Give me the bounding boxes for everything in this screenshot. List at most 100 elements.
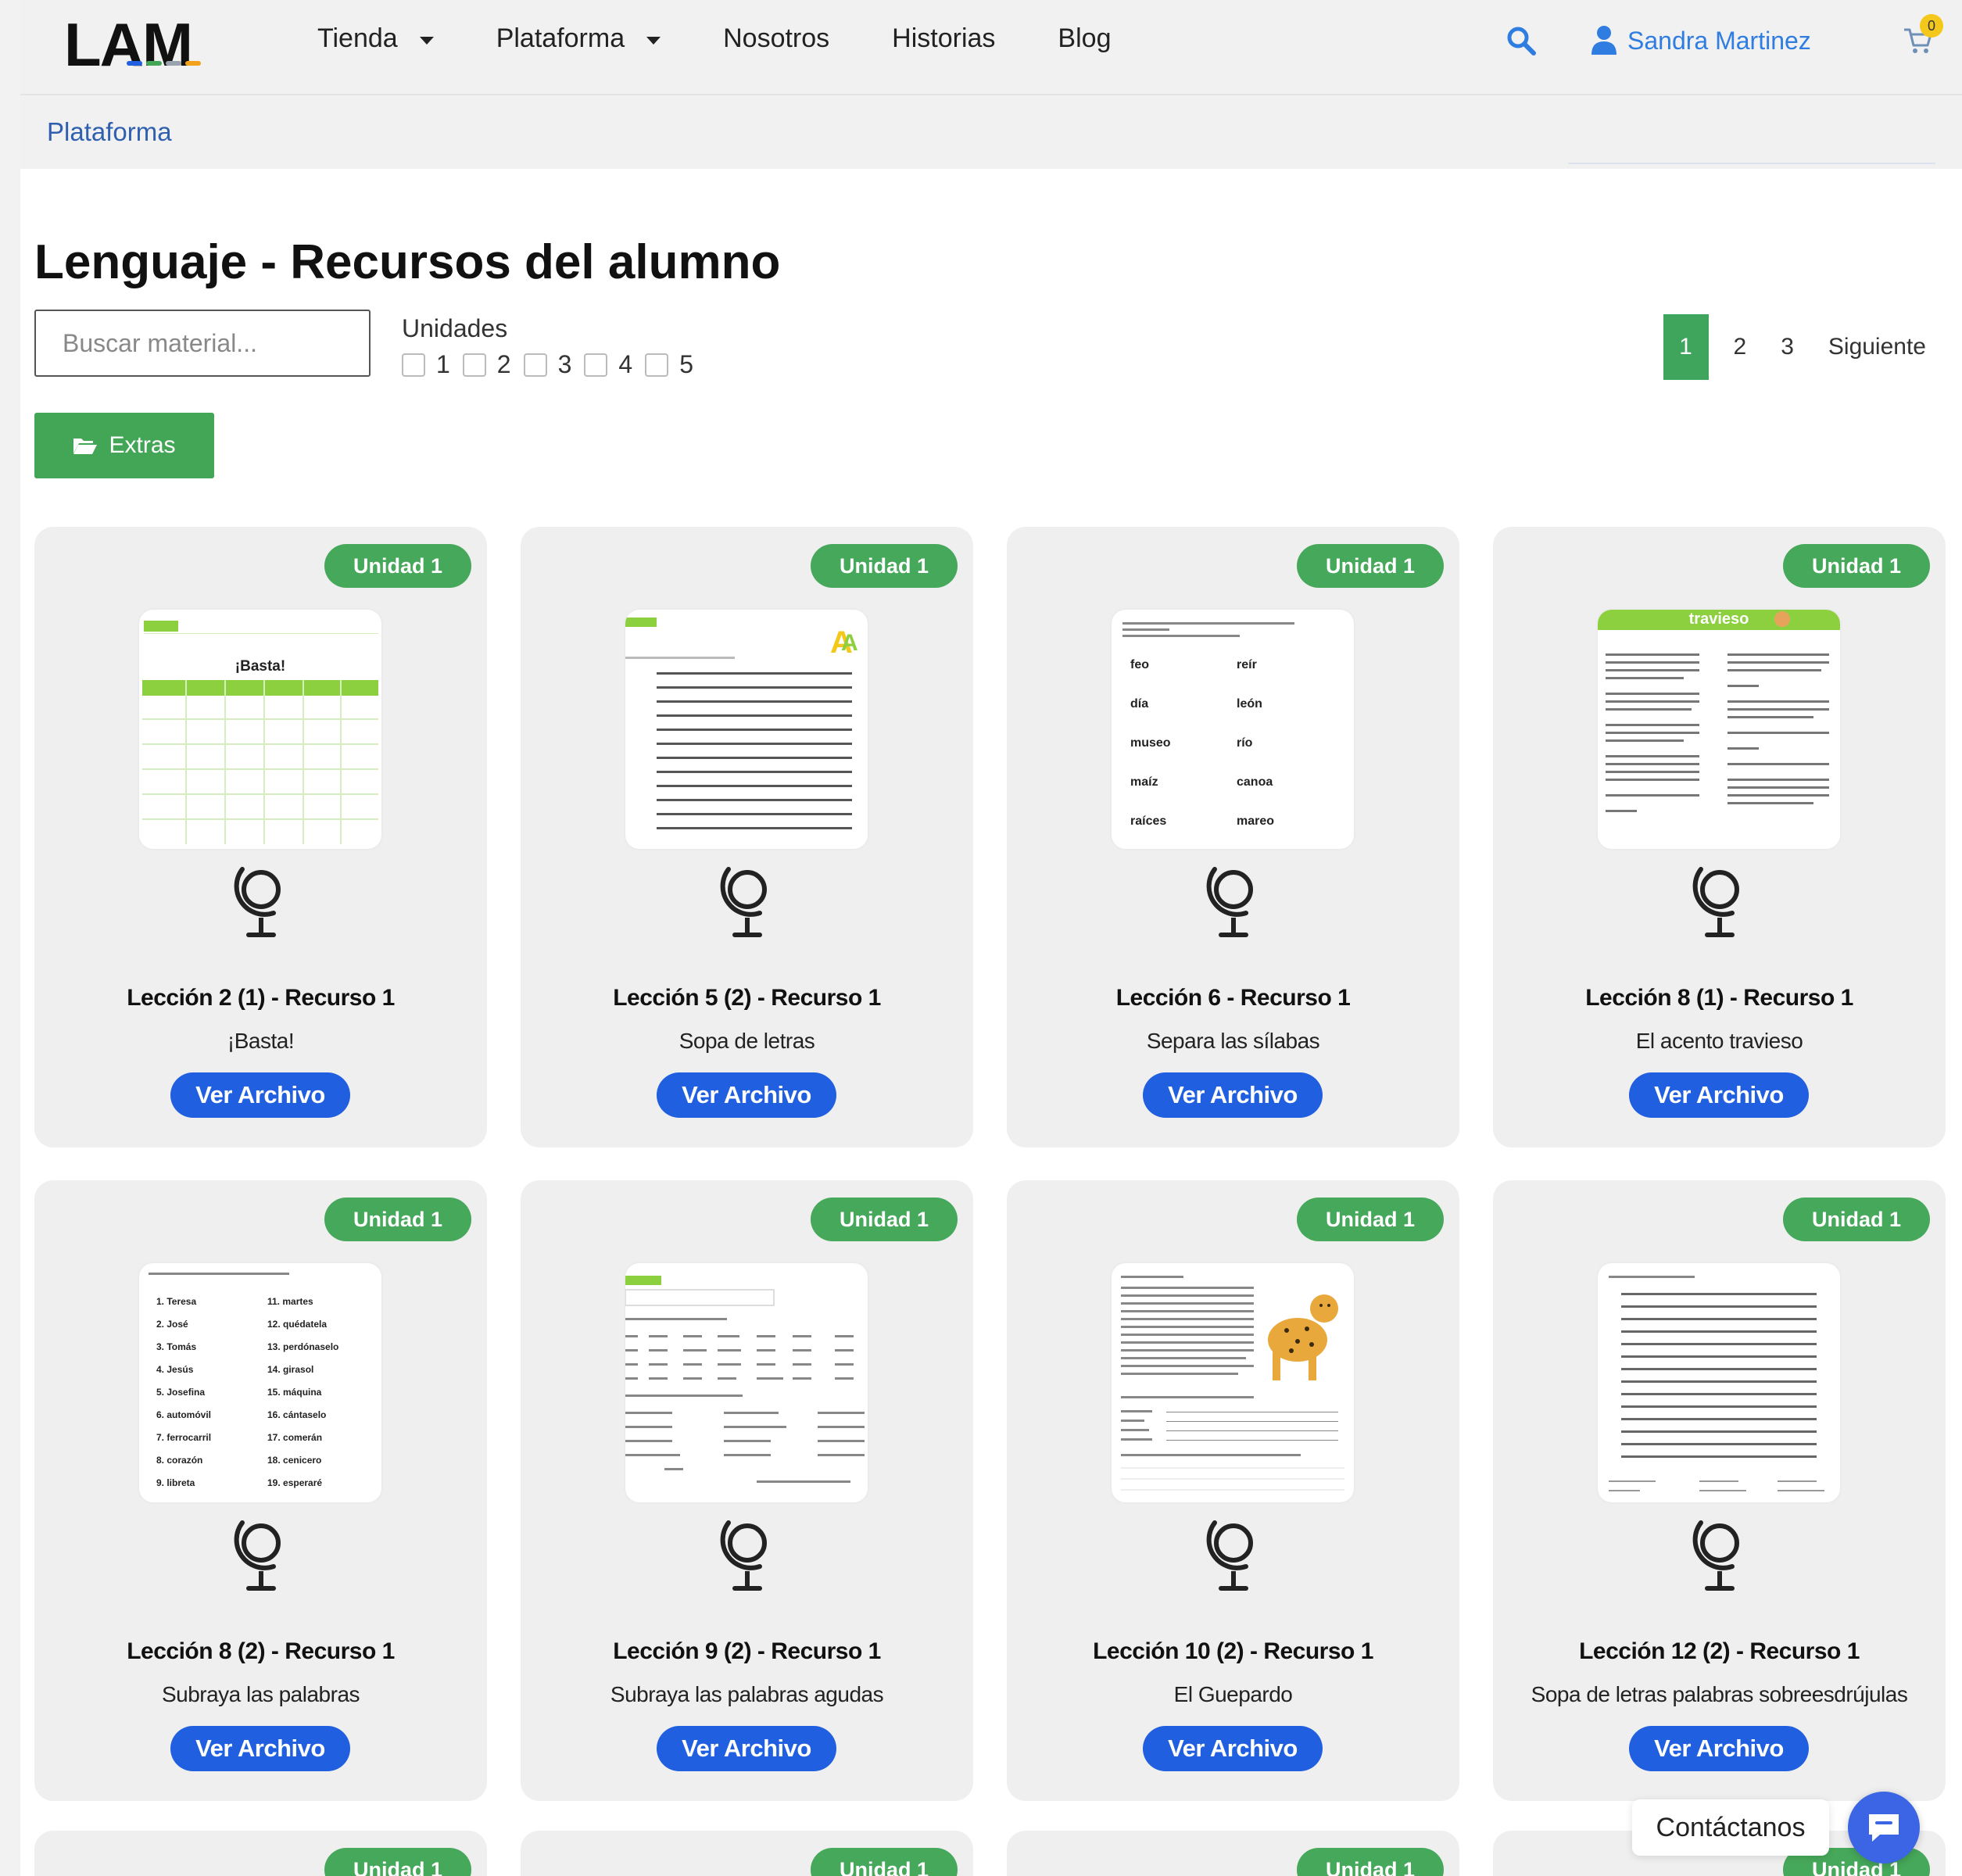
nav-blog[interactable]: Blog (1058, 23, 1111, 54)
worksheet-word: 17. comerán (267, 1432, 323, 1443)
card-subtitle: El acento travieso (1635, 1029, 1803, 1053)
word-search-graphic: A A (625, 618, 858, 829)
worksheet-word: río (1237, 736, 1253, 750)
checkbox[interactable] (402, 353, 425, 377)
breadcrumb-bar: Plataforma (20, 97, 1962, 169)
nav-plataforma[interactable]: Plataforma (496, 23, 661, 54)
worksheet-word: canoa (1237, 775, 1273, 789)
globe-icon (1206, 1520, 1253, 1591)
worksheet-word: 11. martes (267, 1296, 313, 1307)
worksheet-word: león (1237, 697, 1262, 711)
resource-grid: Unidad 1 ¡Basta! Lección 2 (1) - Recurso… (34, 527, 1949, 1801)
card-subtitle: ¡Basta! (227, 1029, 295, 1053)
resource-thumbnail[interactable] (1598, 1263, 1840, 1502)
resource-thumbnail[interactable]: ¡Basta! (139, 610, 381, 849)
breadcrumb[interactable]: Plataforma (47, 117, 172, 147)
checkbox[interactable] (645, 353, 669, 377)
view-file-button[interactable]: Ver Archivo (170, 1072, 350, 1118)
globe-icon (720, 1520, 767, 1591)
pagination: 1 2 3 Siguiente (1663, 314, 1943, 380)
contact-label[interactable]: Contáctanos (1632, 1799, 1829, 1856)
checkbox[interactable] (584, 353, 608, 377)
story-text-graphic (1598, 610, 1840, 812)
view-file-button[interactable]: Ver Archivo (657, 1072, 836, 1118)
card-title: Lección 5 (2) - Recurso 1 (613, 985, 881, 1011)
globe-icon (1206, 867, 1253, 937)
nav-nosotros[interactable]: Nosotros (723, 23, 829, 54)
worksheet-word: 13. perdónaselo (267, 1341, 339, 1352)
chat-icon (1869, 1814, 1899, 1842)
unit-label: 2 (496, 350, 511, 378)
unit-badge: Unidad 1 (1783, 544, 1930, 588)
unit-label: 1 (436, 350, 450, 378)
search-input[interactable] (34, 310, 371, 377)
unit-badge: Unidad 1 (324, 544, 471, 588)
unit-checkbox-1[interactable]: 1 (402, 350, 450, 379)
card-title: Lección 8 (2) - Recurso 1 (127, 1638, 395, 1664)
view-file-button[interactable]: Ver Archivo (1143, 1726, 1323, 1771)
worksheet-word: 1. Teresa (156, 1296, 197, 1307)
resource-thumbnail[interactable] (625, 1263, 868, 1502)
extras-button[interactable]: Extras (34, 413, 214, 478)
worksheet-word: 18. cenicero (267, 1455, 322, 1466)
chat-button[interactable] (1848, 1792, 1920, 1863)
unit-checkbox-3[interactable]: 3 (523, 350, 572, 379)
logo-color-bars (127, 61, 201, 66)
unit-checkbox-4[interactable]: 4 (584, 350, 632, 379)
worksheet-word: 19. esperaré (267, 1477, 323, 1488)
worksheet-word: 9. libreta (156, 1477, 195, 1488)
thumbnail-heading: ¡Basta! (235, 658, 286, 675)
divider (1568, 163, 1935, 164)
resource-card: Unidad 1 A A Lección 5 (2) - Recurso 1 S… (521, 527, 973, 1147)
globe-icon (720, 867, 767, 937)
nav-tienda[interactable]: Tienda (317, 23, 434, 54)
resource-thumbnail[interactable]: A A (625, 610, 868, 849)
resource-thumbnail[interactable]: 1. Teresa 11. martes 2. José 12. quédate… (139, 1263, 381, 1502)
unit-checkbox-2[interactable]: 2 (462, 350, 511, 379)
unit-badge: Unidad 1 (811, 1198, 958, 1241)
unit-label: 4 (618, 350, 633, 378)
nav-historias[interactable]: Historias (892, 23, 995, 54)
search-icon[interactable] (1506, 25, 1537, 56)
nav-nosotros-label: Nosotros (723, 23, 830, 53)
next-page-button[interactable]: Siguiente (1811, 314, 1943, 380)
card-title: Lección 8 (1) - Recurso 1 (1585, 985, 1853, 1011)
unit-label: 3 (557, 350, 572, 378)
resource-thumbnail[interactable] (1112, 1263, 1354, 1502)
view-file-button[interactable]: Ver Archivo (170, 1726, 350, 1771)
worksheet-word: museo (1130, 736, 1171, 750)
word-search-graphic (1609, 1276, 1824, 1491)
resource-card: Unidad 1 (521, 1180, 973, 1801)
user-icon[interactable] (1590, 25, 1618, 55)
cheetah-worksheet-graphic (1121, 1276, 1344, 1491)
unit-badge: Unidad 1 (811, 1848, 958, 1876)
chevron-down-icon (419, 36, 434, 45)
view-file-button[interactable]: Ver Archivo (1629, 1726, 1809, 1771)
card-title: Lección 6 - Recurso 1 (1115, 985, 1351, 1011)
worksheet-word: 6. automóvil (156, 1409, 212, 1420)
view-file-button[interactable]: Ver Archivo (1143, 1072, 1323, 1118)
user-name-link[interactable]: Sandra Martinez (1627, 27, 1811, 55)
worksheet-word: mareo (1237, 814, 1275, 828)
globe-icon (1692, 867, 1739, 937)
resource-thumbnail[interactable]: feo reír día león museo río maíz canoa r… (1112, 610, 1354, 849)
page-3-button[interactable]: 3 (1763, 314, 1811, 380)
svg-text:A: A (841, 630, 858, 656)
unit-badge: Unidad 1 (324, 1198, 471, 1241)
view-file-button[interactable]: Ver Archivo (1629, 1072, 1809, 1118)
card-subtitle: Sopa de letras palabras sobreesdrújulas (1531, 1682, 1908, 1706)
worksheet-word: 15. máquina (267, 1387, 322, 1398)
checkbox[interactable] (523, 353, 547, 377)
worksheet-word: 5. Josefina (156, 1387, 206, 1398)
unit-badge: Unidad 1 (1297, 1198, 1444, 1241)
nav-plataforma-label: Plataforma (496, 23, 625, 53)
resource-thumbnail[interactable]: travieso (1598, 610, 1840, 849)
view-file-button[interactable]: Ver Archivo (657, 1726, 836, 1771)
unit-checkbox-5[interactable]: 5 (645, 350, 693, 379)
resource-card: Unidad 1 (1493, 527, 1946, 1147)
checkbox[interactable] (462, 353, 486, 377)
page-2-button[interactable]: 2 (1717, 314, 1764, 380)
logo[interactable]: LAM (64, 9, 193, 81)
page-1-button[interactable]: 1 (1663, 314, 1709, 380)
nav-tienda-label: Tienda (317, 23, 398, 53)
